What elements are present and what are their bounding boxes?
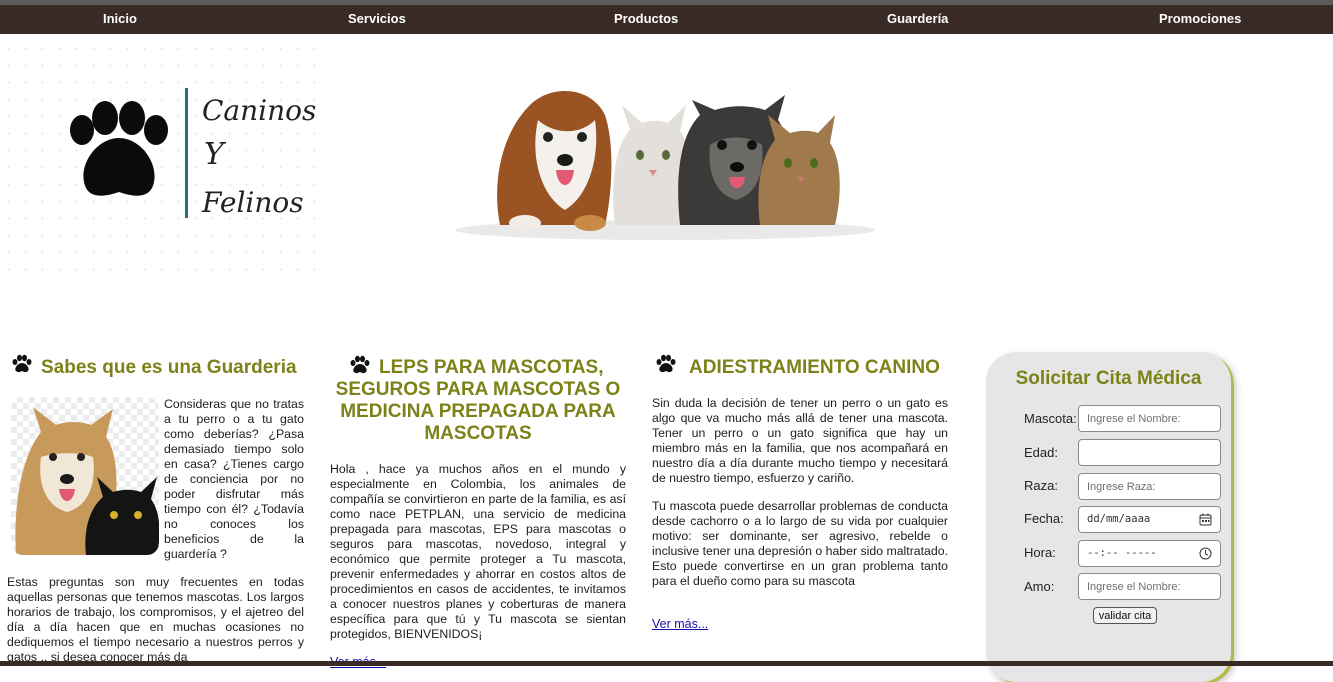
- label-mascota: Mascota:: [1024, 411, 1077, 426]
- adiestramiento-ver-mas-link[interactable]: Ver más...: [652, 617, 708, 631]
- guarderia-body: Estas preguntas son muy frecuentes en to…: [7, 575, 304, 664]
- adiestramiento-p2: Tu mascota puede desarrollar problemas d…: [652, 499, 948, 588]
- form-title: Solicitar Cita Médica: [1015, 368, 1202, 389]
- label-amo: Amo:: [1024, 579, 1055, 594]
- appointment-form: Solicitar Cita Médica Mascota: Edad: Raz…: [986, 352, 1231, 682]
- nav-guarderia[interactable]: Guardería: [887, 5, 948, 34]
- guarderia-intro: Consideras que no tratas a tu perro o a …: [164, 397, 304, 561]
- paw-logo-icon: [70, 101, 168, 196]
- label-hora: Hora:: [1024, 545, 1056, 560]
- raza-input[interactable]: [1078, 473, 1221, 500]
- clock-icon[interactable]: [1199, 547, 1212, 560]
- dog-illustration-1: [497, 91, 612, 231]
- nav-productos[interactable]: Productos: [614, 5, 678, 34]
- adiestramiento-title: ADIESTRAMIENTO CANINO: [689, 357, 940, 378]
- eps-title-line1: LEPS PARA MASCOTAS,: [379, 357, 604, 378]
- logo-text-line1: Caninos: [202, 94, 316, 127]
- dog-cat-photo: [11, 397, 159, 555]
- main-navbar: Inicio Servicios Productos Guardería Pro…: [0, 5, 1333, 34]
- logo-divider: [185, 88, 188, 218]
- logo-text-line2: Y: [204, 137, 227, 172]
- validar-cita-button[interactable]: validar cita: [1093, 607, 1157, 624]
- nav-inicio[interactable]: Inicio: [103, 5, 137, 34]
- bottom-strip: [0, 661, 1333, 666]
- hora-value: --:-- -----: [1087, 547, 1157, 559]
- nav-servicios[interactable]: Servicios: [348, 5, 406, 34]
- label-raza: Raza:: [1024, 478, 1058, 493]
- eps-title-rest: SEGUROS PARA MASCOTAS O MEDICINA PREPAGA…: [335, 379, 621, 444]
- label-edad: Edad:: [1024, 445, 1058, 460]
- paw-icon: [656, 354, 676, 373]
- calendar-icon[interactable]: [1199, 513, 1212, 526]
- pets-banner-image: [455, 91, 875, 240]
- fecha-value: dd/mm/aaaa: [1087, 513, 1151, 525]
- amo-input[interactable]: [1078, 573, 1221, 600]
- brand-logo: Caninos Y Felinos: [70, 88, 316, 219]
- adiestramiento-p1: Sin duda la decisión de tener un perro o…: [652, 396, 948, 485]
- guarderia-title: Sabes que es una Guarderia: [41, 357, 297, 378]
- hora-input[interactable]: --:-- -----: [1078, 540, 1221, 567]
- edad-input[interactable]: [1078, 439, 1221, 466]
- nav-promociones[interactable]: Promociones: [1159, 5, 1241, 34]
- logo-text-line3: Felinos: [201, 186, 304, 219]
- fecha-input[interactable]: dd/mm/aaaa: [1078, 506, 1221, 533]
- paw-icon: [12, 354, 32, 373]
- paw-icon: [350, 355, 370, 374]
- eps-body: Hola , hace ya muchos años en el mundo y…: [330, 462, 626, 641]
- label-fecha: Fecha:: [1024, 511, 1064, 526]
- mascota-input[interactable]: [1078, 405, 1221, 432]
